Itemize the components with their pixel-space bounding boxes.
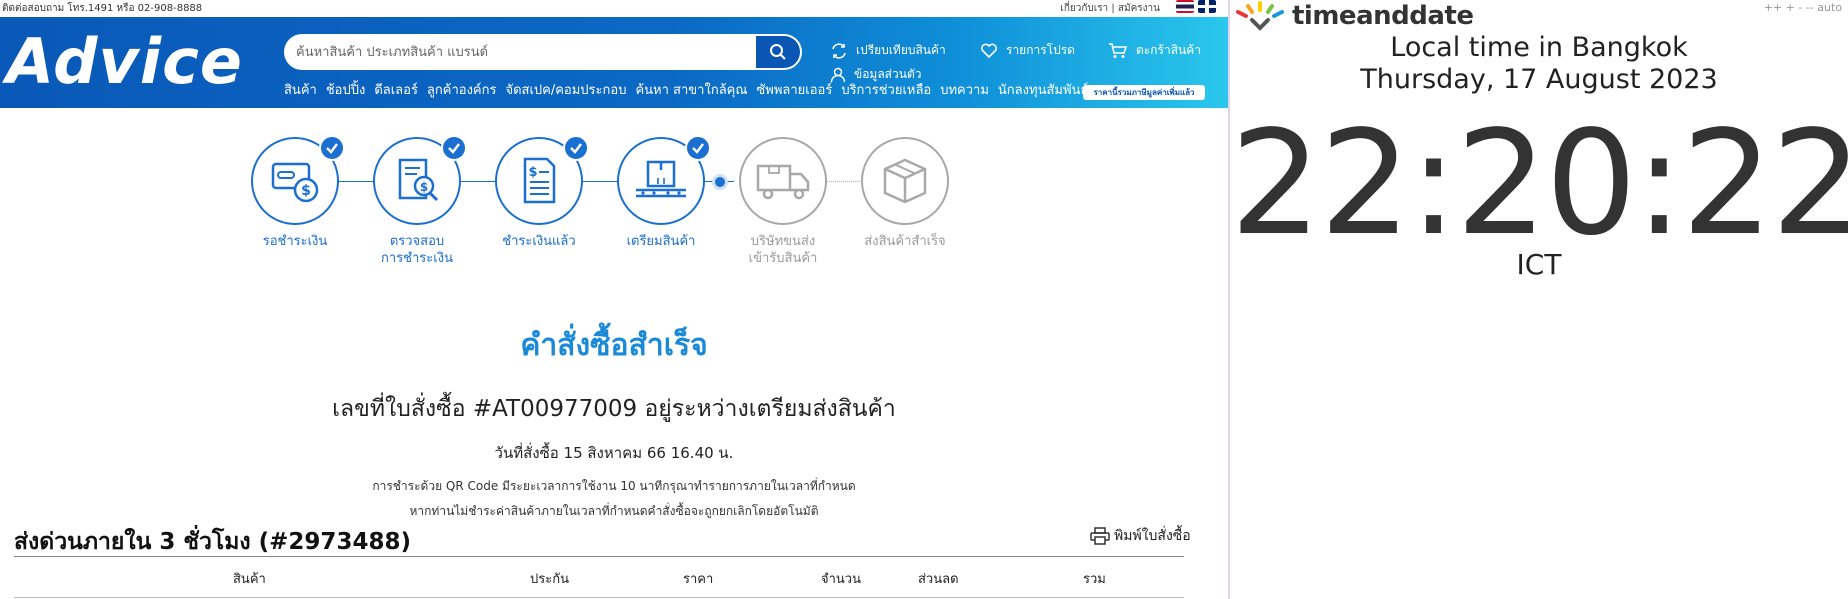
about-links[interactable]: เกี่ยวกับเรา | สมัครงาน	[1060, 1, 1160, 16]
step-label: บริษัทขนส่ง เข้ารับสินค้า	[748, 234, 818, 266]
cancellation-note: หากท่านไม่ชำระค่าสินค้าภายในเวลาที่กำหนด…	[409, 504, 819, 518]
search-button[interactable]	[756, 36, 800, 68]
payment-card-icon: $	[271, 162, 319, 203]
receipt-search-icon: $	[398, 158, 439, 202]
order-number-line: เลขที่ใบสั่งซื้อ #AT00977009 อยู่ระหว่าง…	[332, 396, 896, 422]
timezone-abbr: ICT	[1516, 248, 1562, 281]
svg-text:$: $	[528, 165, 537, 180]
shipment-title: ส่งด่วนภายใน 3 ชั่วโมง (#2973488)	[14, 529, 411, 555]
step-label: ชำระเงินแล้ว	[502, 234, 576, 249]
step-paid: $ ชำระเงินแล้ว	[479, 135, 599, 250]
current-date: Thursday, 17 August 2023	[1360, 64, 1718, 95]
check-icon	[563, 135, 589, 161]
col-quantity: จำนวน	[821, 572, 861, 587]
step-circle: $	[495, 135, 589, 225]
language-flags	[1176, 0, 1216, 13]
site-header: Advice เปรียบเทียบสินค้า	[0, 17, 1228, 108]
menu-item[interactable]: ค้นหา สาขาใกล้คุณ	[635, 79, 747, 100]
search-input[interactable]	[284, 34, 754, 70]
order-date: วันที่สั่งซื้อ 15 สิงหาคม 66 16.40 น.	[494, 444, 734, 462]
step-awaiting-payment: $ รอชำระเงิน	[235, 135, 355, 250]
col-product: สินค้า	[233, 572, 266, 587]
search-bar	[284, 34, 802, 70]
step-circle	[739, 137, 827, 225]
order-success-title: คำสั่งซื้อสำเร็จ	[520, 328, 708, 363]
col-total: รวม	[1083, 572, 1106, 587]
box-icon	[883, 158, 927, 204]
clock-time: 22:20:22	[1230, 99, 1848, 267]
step-label: เตรียมสินค้า	[626, 234, 696, 249]
step-delivered: ส่งสินค้าสำเร็จ	[845, 137, 965, 250]
package-conveyor-icon	[636, 160, 686, 198]
heart-icon	[981, 43, 997, 58]
step-verify-payment: $ ตรวจสอบ การชำระเงิน	[357, 135, 477, 267]
advice-logo[interactable]: Advice	[6, 27, 243, 97]
print-order-button[interactable]: พิมพ์ใบสั่งซื้อ	[1090, 525, 1191, 547]
step-circle	[617, 135, 711, 225]
menu-item[interactable]: บริการช่วยเหลือ	[841, 79, 931, 100]
cart-label: ตะกร้าสินค้า	[1136, 43, 1201, 57]
screen: ติดต่อสอบถาม โทร.1491 หรือ 02-908-8888 เ…	[0, 0, 1848, 599]
wishlist-link[interactable]: รายการโปรด	[980, 41, 1075, 60]
svg-text:$: $	[420, 180, 428, 194]
step-circle: $	[373, 135, 467, 225]
step-label: ตรวจสอบ การชำระเงิน	[381, 234, 453, 266]
menu-item[interactable]: จัดสเปค/คอมประกอบ	[505, 79, 626, 100]
order-progress: $ รอชำระเงิน $ ตรวจสอบ การชำระเงิน $ ชำร…	[250, 135, 950, 277]
step-label: ส่งสินค้าสำเร็จ	[864, 234, 946, 249]
top-bar: ติดต่อสอบถาม โทร.1491 หรือ 02-908-8888 เ…	[0, 0, 1228, 17]
uk-flag-icon[interactable]	[1198, 0, 1216, 13]
check-icon	[441, 135, 467, 161]
menu-item[interactable]: นักลงทุนสัมพันธ์	[998, 79, 1088, 100]
location-title: Local time in Bangkok	[1390, 32, 1688, 63]
compare-link[interactable]: เปรียบเทียบสินค้า	[830, 41, 946, 60]
menu-item[interactable]: ช้อปปิ้ง	[326, 79, 365, 100]
cart-link[interactable]: ตะกร้าสินค้า	[1108, 41, 1201, 60]
col-discount: ส่วนลด	[918, 572, 959, 587]
qr-payment-note: การชำระด้วย QR Code มีระยะเวลาการใช้งาน …	[372, 479, 856, 493]
step-courier-pickup: บริษัทขนส่ง เข้ารับสินค้า	[723, 137, 843, 267]
menu-item[interactable]: ซัพพลายเออร์	[756, 79, 832, 100]
timeanddate-wordmark: timeanddate	[1292, 1, 1474, 31]
contact-text: ติดต่อสอบถาม โทร.1491 หรือ 02-908-8888	[2, 3, 203, 14]
step-circle	[861, 137, 949, 225]
table-divider	[14, 556, 1184, 557]
print-label: พิมพ์ใบสั่งซื้อ	[1114, 528, 1191, 544]
wishlist-label: รายการโปรด	[1006, 43, 1075, 57]
compare-label: เปรียบเทียบสินค้า	[856, 43, 946, 57]
check-icon	[685, 135, 711, 161]
compare-icon	[832, 42, 846, 59]
sun-burst-icon	[1236, 1, 1284, 31]
menu-item[interactable]: บทความ	[940, 79, 989, 100]
zoom-controls[interactable]: ++ + - -- auto	[1764, 1, 1842, 14]
advice-window: ติดต่อสอบถาม โทร.1491 หรือ 02-908-8888 เ…	[0, 0, 1228, 599]
menu-item[interactable]: ลูกค้าองค์กร	[427, 79, 497, 100]
step-label: รอชำระเงิน	[262, 234, 328, 249]
table-divider	[14, 597, 1184, 598]
menu-item[interactable]: สินค้า	[284, 79, 317, 100]
timeanddate-logo[interactable]: timeanddate	[1230, 0, 1474, 32]
col-price: ราคา	[683, 572, 714, 587]
vat-badge: ราคานี้รวมภาษีมูลค่าเพิ่มแล้ว	[1083, 85, 1205, 100]
check-icon	[319, 135, 345, 161]
invoice-icon: $	[523, 157, 556, 204]
menu-item[interactable]: ดีลเลอร์	[374, 79, 418, 100]
timeanddate-window: timeanddate ++ + - -- auto Local time in…	[1230, 0, 1848, 599]
thai-flag-icon[interactable]	[1176, 0, 1194, 13]
step-preparing: เตรียมสินค้า	[601, 135, 721, 250]
search-icon	[770, 44, 786, 60]
main-menu: สินค้า ช้อปปิ้ง ดีลเลอร์ ลูกค้าองค์กร จั…	[284, 79, 1088, 100]
svg-text:$: $	[301, 183, 311, 199]
truck-icon	[756, 164, 810, 200]
printer-icon	[1090, 527, 1110, 545]
cart-icon	[1109, 42, 1128, 58]
col-warranty: ประกัน	[530, 572, 569, 587]
step-circle: $	[251, 135, 345, 225]
